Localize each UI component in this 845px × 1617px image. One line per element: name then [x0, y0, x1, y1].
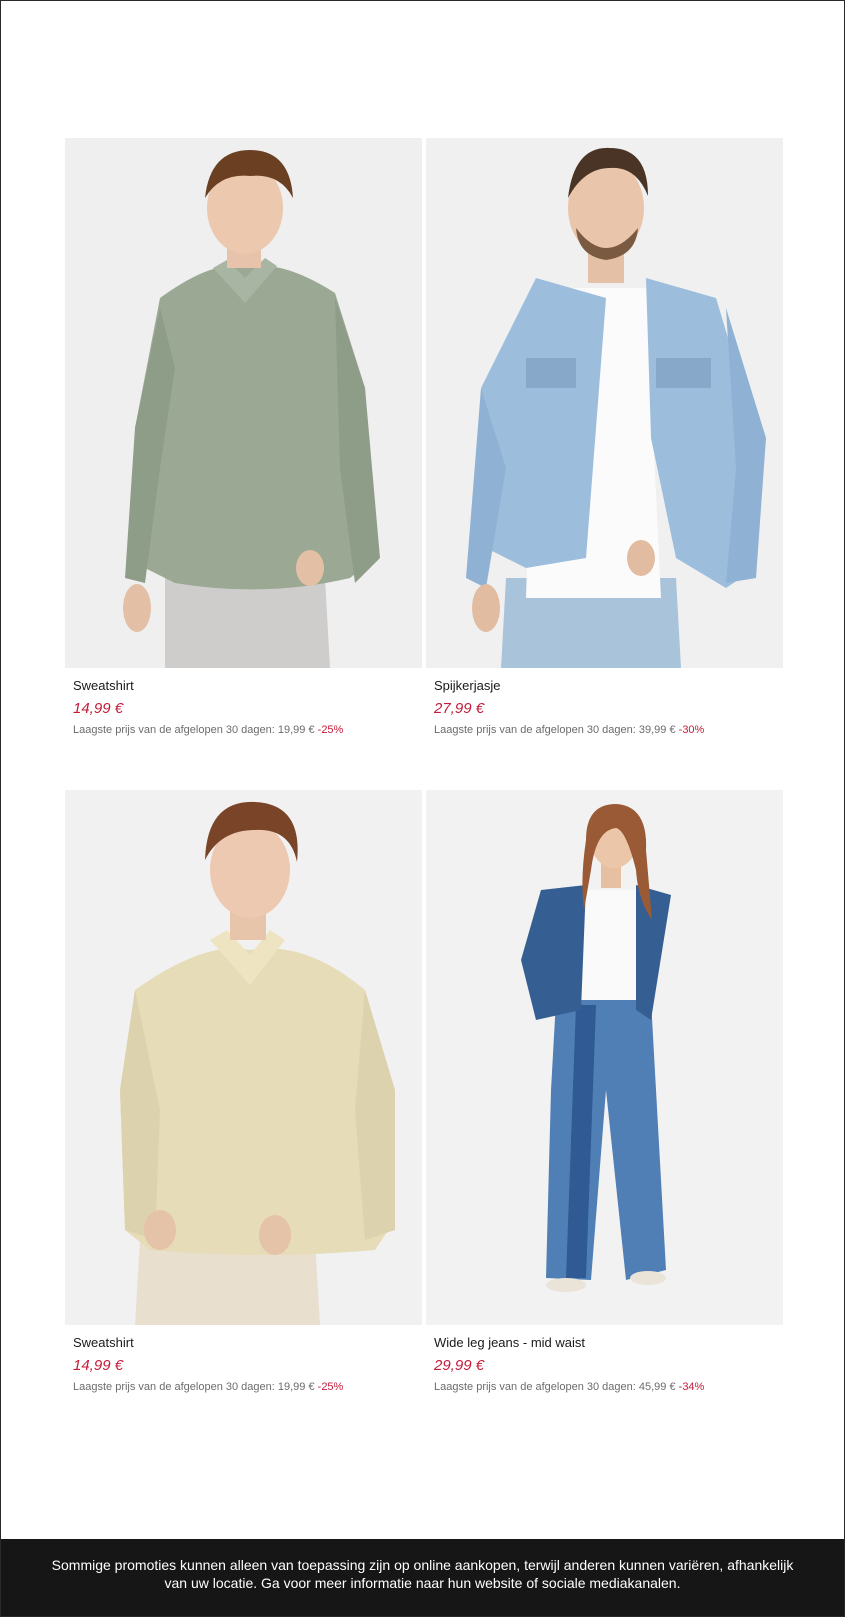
lowest-price-note: Laagste prijs van de afgelopen 30 dagen:…	[434, 1380, 783, 1394]
product-price: 27,99 €	[434, 700, 485, 717]
product-card[interactable]: Wide leg jeans - mid waist 29,99 € Laags…	[426, 790, 783, 1394]
product-image[interactable]	[426, 790, 783, 1325]
lowest-price-note: Laagste prijs van de afgelopen 30 dagen:…	[434, 723, 783, 737]
product-name[interactable]: Sweatshirt	[73, 1335, 422, 1351]
woman-wide-leg-jeans-image	[426, 790, 783, 1325]
product-card[interactable]: Sweatshirt 14,99 € Laagste prijs van de …	[65, 138, 422, 737]
promo-disclaimer-footer: Sommige promoties kunnen alleen van toep…	[1, 1539, 844, 1616]
product-price: 29,99 €	[434, 1357, 485, 1374]
product-price: 14,99 €	[73, 1357, 124, 1374]
product-name[interactable]: Spijkerjasje	[434, 678, 783, 694]
lowest-price-note: Laagste prijs van de afgelopen 30 dagen:…	[73, 723, 422, 737]
product-name[interactable]: Wide leg jeans - mid waist	[434, 1335, 783, 1351]
product-name[interactable]: Sweatshirt	[73, 678, 422, 694]
lowest-price-label: Laagste prijs van de afgelopen 30 dagen:…	[73, 724, 315, 736]
man-denim-jacket-image	[426, 138, 783, 668]
product-image[interactable]	[65, 790, 422, 1325]
product-info: Sweatshirt 14,99 € Laagste prijs van de …	[65, 1325, 422, 1394]
discount-badge: -34%	[678, 1381, 705, 1393]
product-image[interactable]	[426, 138, 783, 668]
lowest-price-label: Laagste prijs van de afgelopen 30 dagen:…	[434, 1381, 676, 1393]
lowest-price-note: Laagste prijs van de afgelopen 30 dagen:…	[73, 1380, 422, 1394]
man-sage-polo-image	[65, 138, 422, 668]
discount-badge: -25%	[317, 1381, 344, 1393]
discount-badge: -30%	[678, 724, 705, 736]
product-card[interactable]: Sweatshirt 14,99 € Laagste prijs van de …	[65, 790, 422, 1394]
product-info: Wide leg jeans - mid waist 29,99 € Laags…	[426, 1325, 783, 1394]
lowest-price-label: Laagste prijs van de afgelopen 30 dagen:…	[73, 1381, 315, 1393]
disclaimer-text: Sommige promoties kunnen alleen van toep…	[51, 1557, 794, 1591]
product-info: Spijkerjasje 27,99 € Laagste prijs van d…	[426, 668, 783, 737]
man-beige-polo-image	[65, 790, 422, 1325]
product-image[interactable]	[65, 138, 422, 668]
lowest-price-label: Laagste prijs van de afgelopen 30 dagen:…	[434, 724, 676, 736]
discount-badge: -25%	[317, 724, 344, 736]
product-card[interactable]: Spijkerjasje 27,99 € Laagste prijs van d…	[426, 138, 783, 737]
product-price: 14,99 €	[73, 700, 124, 717]
product-info: Sweatshirt 14,99 € Laagste prijs van de …	[65, 668, 422, 737]
